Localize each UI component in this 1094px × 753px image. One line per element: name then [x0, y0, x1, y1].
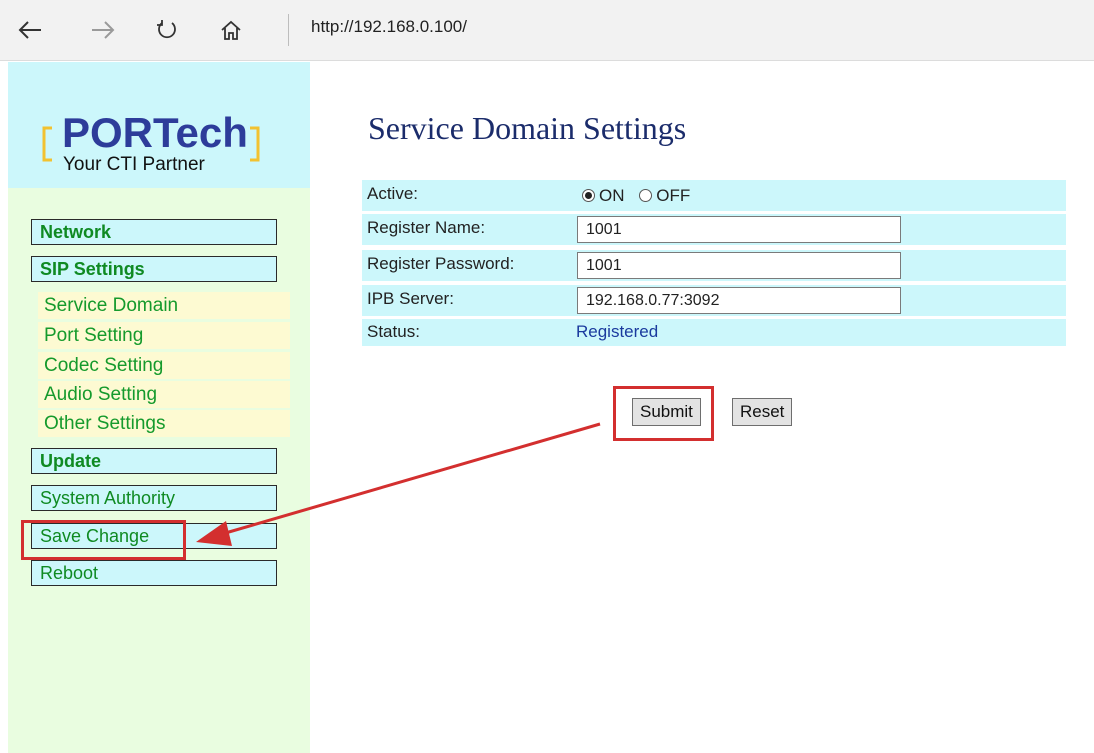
active-on-label: ON [599, 186, 625, 205]
refresh-icon[interactable] [149, 12, 185, 48]
sidebar-item-other-settings[interactable]: Other Settings [38, 410, 290, 437]
logo-tagline-text: Your CTI Partner [63, 154, 206, 175]
sidebar-item-codec-setting[interactable]: Codec Setting [38, 352, 290, 379]
toolbar-separator [288, 14, 289, 46]
address-bar[interactable]: http://192.168.0.100/ [311, 17, 467, 37]
sidebar-item-service-domain[interactable]: Service Domain [38, 292, 290, 319]
logo-brand-text: PORTech [62, 109, 248, 156]
page-title: Service Domain Settings [368, 110, 687, 146]
sidebar-item-port-setting[interactable]: Port Setting [38, 322, 290, 349]
active-radio-group: ON OFF [582, 186, 690, 206]
register-password-input[interactable] [577, 252, 901, 279]
sidebar-item-reboot[interactable]: Reboot [31, 560, 277, 586]
back-arrow-icon[interactable] [12, 12, 48, 48]
active-off-radio[interactable]: OFF [639, 186, 690, 205]
active-label: Active: [367, 184, 419, 203]
status-value: Registered [576, 322, 659, 341]
status-row: Status: Registered [362, 319, 1066, 346]
logo-area: PORTech Your CTI Partner [8, 62, 310, 188]
sidebar: PORTech Your CTI Partner Network SIP Set… [8, 62, 310, 753]
reset-button[interactable]: Reset [732, 398, 793, 426]
register-password-label: Register Password: [367, 254, 515, 273]
portech-logo: PORTech Your CTI Partner [42, 109, 260, 175]
status-label: Status: [367, 322, 420, 341]
home-icon[interactable] [213, 12, 249, 48]
ipb-server-input[interactable] [577, 287, 901, 314]
register-name-label: Register Name: [367, 218, 486, 237]
submit-button[interactable]: Submit [632, 398, 701, 426]
active-off-label: OFF [656, 186, 691, 205]
active-row: Active: ON OFF [362, 180, 1066, 211]
register-password-row: Register Password: [362, 250, 1066, 281]
register-name-row: Register Name: [362, 214, 1066, 245]
register-name-input[interactable] [577, 216, 901, 243]
sidebar-item-network[interactable]: Network [31, 219, 277, 245]
sidebar-item-update[interactable]: Update [31, 448, 277, 474]
sidebar-item-system-authority[interactable]: System Authority [31, 485, 277, 511]
ipb-server-row: IPB Server: [362, 285, 1066, 316]
sidebar-item-sip-settings[interactable]: SIP Settings [31, 256, 277, 282]
ipb-server-label: IPB Server: [367, 289, 454, 308]
forward-arrow-icon[interactable] [85, 12, 121, 48]
sidebar-item-audio-setting[interactable]: Audio Setting [38, 381, 290, 408]
sidebar-item-save-change[interactable]: Save Change [31, 523, 277, 549]
active-on-radio[interactable]: ON [582, 186, 625, 205]
browser-toolbar: http://192.168.0.100/ [0, 0, 1094, 61]
